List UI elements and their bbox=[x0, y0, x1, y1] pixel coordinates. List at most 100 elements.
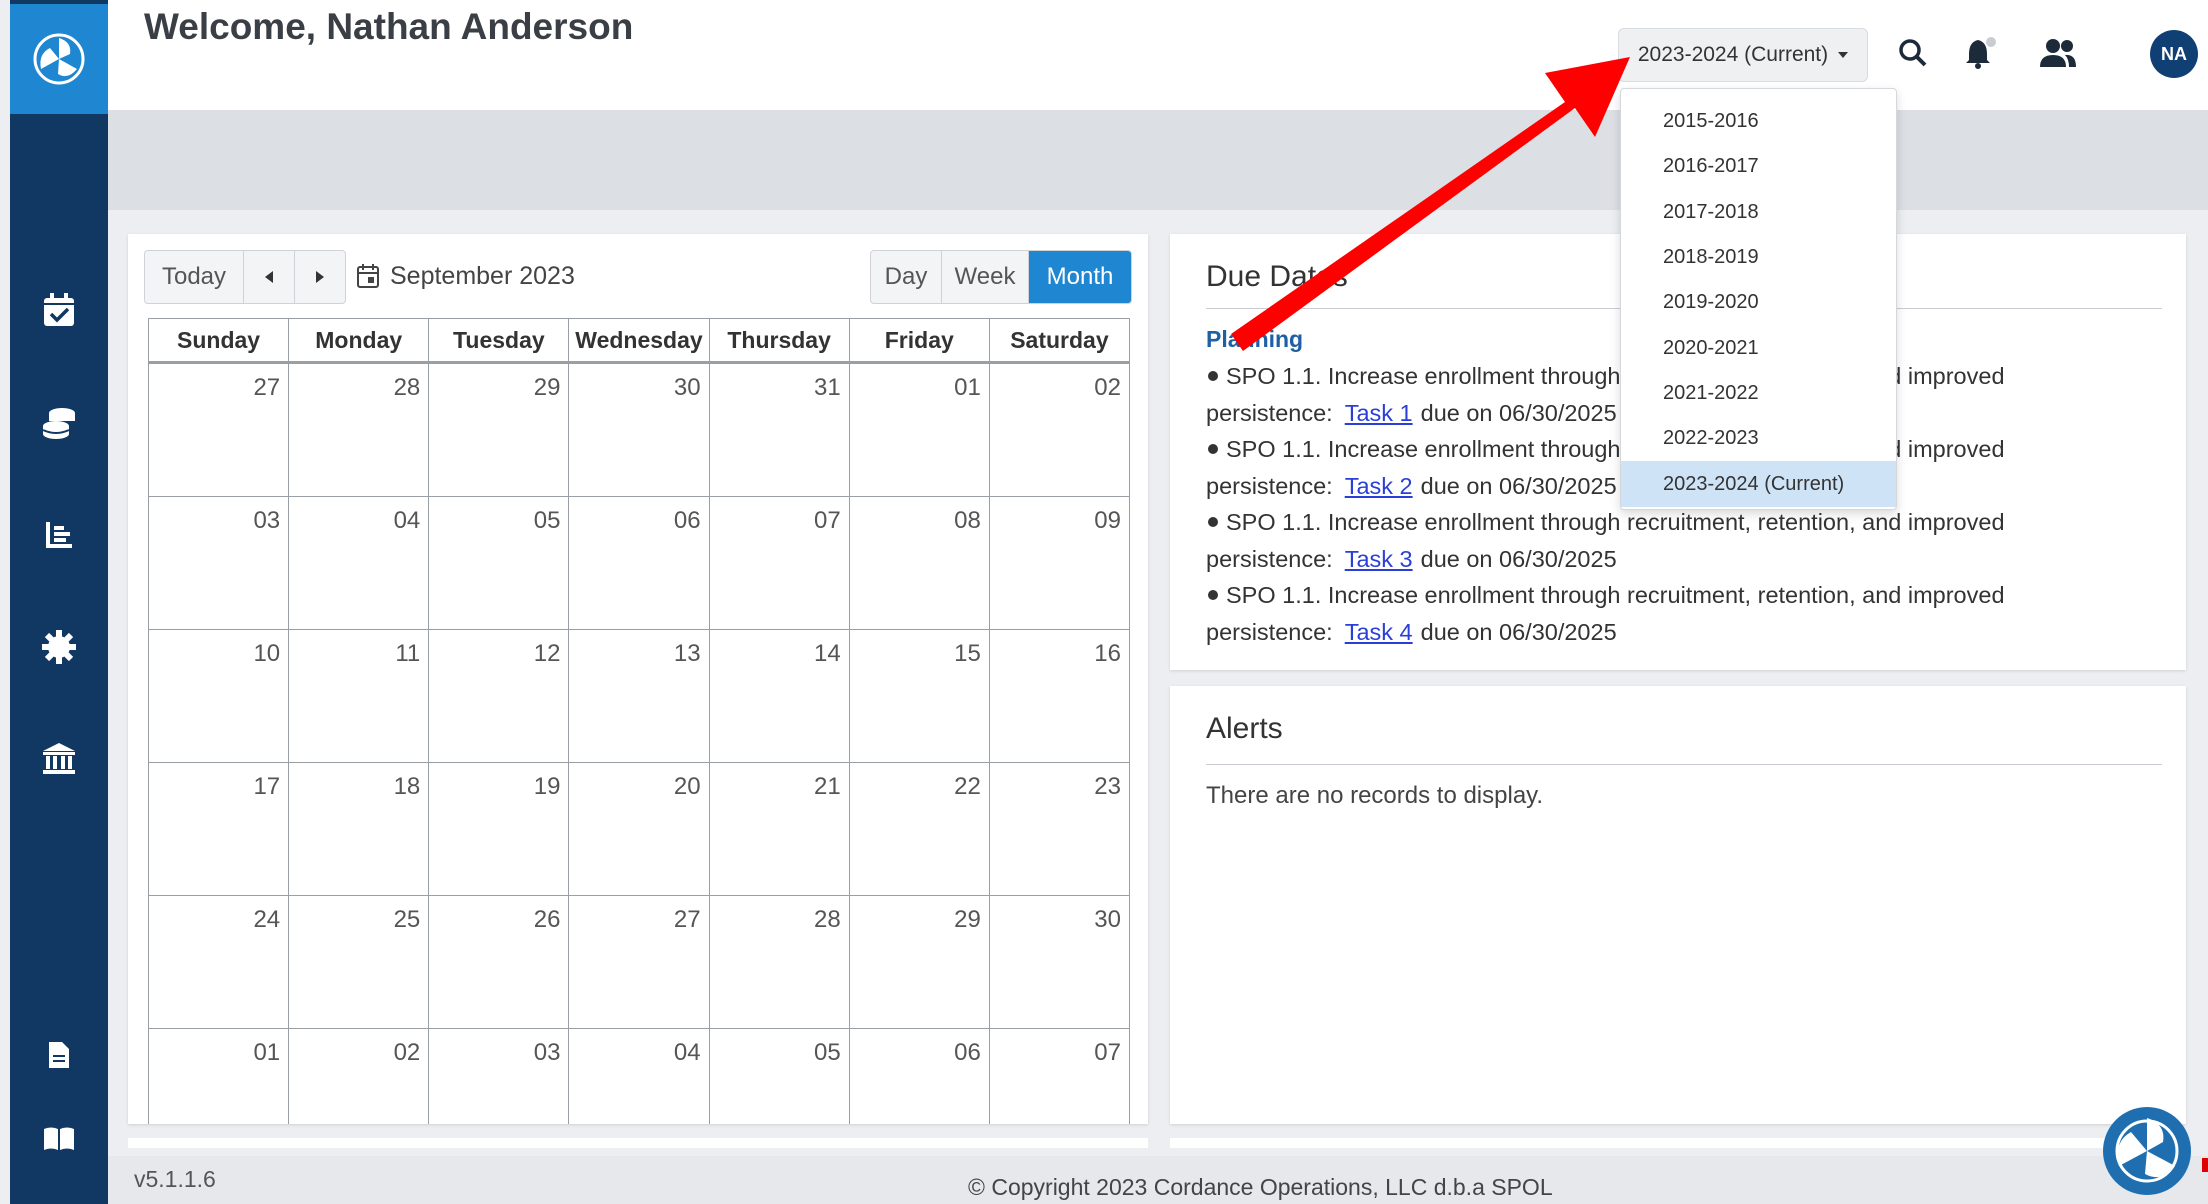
day-cell[interactable]: 09 bbox=[988, 496, 1131, 630]
task-due-date: due on 06/30/2025 bbox=[1420, 618, 1617, 645]
day-cell[interactable]: 29 bbox=[848, 895, 990, 1029]
card-edge bbox=[128, 1138, 1148, 1148]
day-cell[interactable]: 04 bbox=[568, 1028, 710, 1124]
day-cell[interactable]: 17 bbox=[147, 762, 290, 896]
day-cell[interactable]: 28 bbox=[288, 362, 430, 497]
day-cell[interactable]: 30 bbox=[568, 362, 710, 497]
weekday-header: Friday bbox=[848, 318, 990, 364]
day-cell[interactable]: 04 bbox=[288, 496, 430, 630]
year-option[interactable]: 2022-2023 bbox=[1621, 416, 1896, 461]
week-row: 24 25 26 27 28 29 30 bbox=[147, 895, 1131, 1029]
day-cell[interactable]: 18 bbox=[288, 762, 430, 896]
day-cell[interactable]: 06 bbox=[568, 496, 710, 630]
day-cell[interactable]: 02 bbox=[988, 362, 1131, 497]
week-row: 17 18 19 20 21 22 23 bbox=[147, 762, 1131, 896]
year-option[interactable]: 2019-2020 bbox=[1621, 280, 1896, 325]
day-cell[interactable]: 06 bbox=[848, 1028, 990, 1124]
year-option[interactable]: 2018-2019 bbox=[1621, 235, 1896, 280]
card-edge bbox=[1170, 1138, 2186, 1148]
institution-icon[interactable] bbox=[10, 734, 108, 784]
task-due-date: due on 06/30/2025 bbox=[1420, 545, 1617, 572]
book-icon[interactable] bbox=[10, 1114, 108, 1164]
day-cell[interactable]: 30 bbox=[988, 895, 1131, 1029]
bullet-icon bbox=[1208, 590, 1218, 600]
chart-list-icon[interactable] bbox=[10, 510, 108, 560]
day-cell[interactable]: 24 bbox=[147, 895, 290, 1029]
caret-left-icon bbox=[265, 271, 273, 283]
user-avatar[interactable]: NA bbox=[2150, 30, 2198, 78]
week-row: 10 11 12 13 14 15 16 bbox=[147, 629, 1131, 763]
help-logo-button[interactable] bbox=[2100, 1104, 2194, 1198]
day-cell[interactable]: 01 bbox=[147, 1028, 290, 1124]
planning-section-label: Planning bbox=[1206, 326, 1304, 352]
year-option[interactable]: 2020-2021 bbox=[1621, 325, 1896, 370]
day-cell[interactable]: 15 bbox=[848, 629, 990, 763]
day-cell[interactable]: 12 bbox=[428, 629, 570, 763]
task-link[interactable]: Task 3 bbox=[1345, 546, 1413, 572]
bell-icon[interactable] bbox=[1964, 30, 1998, 76]
day-cell[interactable]: 05 bbox=[708, 1028, 850, 1124]
copyright-text: © Copyright 2023 Cordance Operations, LL… bbox=[968, 1174, 1553, 1200]
search-icon[interactable] bbox=[1898, 30, 1928, 76]
day-cell[interactable]: 31 bbox=[708, 362, 850, 497]
task-link[interactable]: Task 1 bbox=[1345, 400, 1413, 426]
day-cell[interactable]: 10 bbox=[147, 629, 290, 763]
year-option[interactable]: 2017-2018 bbox=[1621, 190, 1896, 235]
gear-icon[interactable] bbox=[10, 622, 108, 672]
day-cell[interactable]: 26 bbox=[428, 895, 570, 1029]
document-icon[interactable] bbox=[10, 1030, 108, 1080]
day-cell[interactable]: 03 bbox=[428, 1028, 570, 1124]
week-row: 03 04 05 06 07 08 09 bbox=[147, 496, 1131, 630]
coins-icon[interactable] bbox=[10, 398, 108, 448]
day-cell[interactable]: 27 bbox=[147, 362, 290, 497]
year-option[interactable]: 2015-2016 bbox=[1621, 99, 1896, 144]
day-cell[interactable]: 05 bbox=[428, 496, 570, 630]
weekday-header: Wednesday bbox=[568, 318, 710, 364]
weekday-header: Tuesday bbox=[428, 318, 570, 364]
day-cell[interactable]: 11 bbox=[288, 629, 430, 763]
day-cell[interactable]: 28 bbox=[708, 895, 850, 1029]
day-cell[interactable]: 23 bbox=[988, 762, 1131, 896]
year-option[interactable]: 2023-2024 (Current) bbox=[1621, 461, 1896, 507]
prev-month-button[interactable] bbox=[244, 251, 295, 303]
task-link[interactable]: Task 4 bbox=[1345, 619, 1413, 645]
task-due-date: due on 06/30/2025 bbox=[1420, 399, 1617, 426]
weekday-header: Monday bbox=[288, 318, 430, 364]
calendar-check-icon[interactable] bbox=[10, 285, 108, 335]
day-cell[interactable]: 27 bbox=[568, 895, 710, 1029]
bullet-icon bbox=[1208, 371, 1218, 381]
calendar-nav-group: Today bbox=[144, 250, 346, 304]
day-cell[interactable]: 02 bbox=[288, 1028, 430, 1124]
day-cell[interactable]: 07 bbox=[988, 1028, 1131, 1124]
day-cell[interactable]: 13 bbox=[568, 629, 710, 763]
day-cell[interactable]: 22 bbox=[848, 762, 990, 896]
app-logo[interactable] bbox=[10, 4, 108, 114]
day-cell[interactable]: 07 bbox=[708, 496, 850, 630]
users-icon[interactable] bbox=[2038, 30, 2078, 76]
day-cell[interactable]: 14 bbox=[708, 629, 850, 763]
task-link[interactable]: Task 2 bbox=[1345, 473, 1413, 499]
day-cell[interactable]: 19 bbox=[428, 762, 570, 896]
day-cell[interactable]: 20 bbox=[568, 762, 710, 896]
page-title: Welcome, Nathan Anderson bbox=[144, 6, 634, 47]
day-cell[interactable]: 21 bbox=[708, 762, 850, 896]
year-option[interactable]: 2021-2022 bbox=[1621, 371, 1896, 416]
day-cell[interactable]: 16 bbox=[988, 629, 1131, 763]
day-cell[interactable]: 08 bbox=[848, 496, 990, 630]
weekday-header-row: Sunday Monday Tuesday Wednesday Thursday Frid… bbox=[147, 318, 1131, 364]
next-month-button[interactable] bbox=[295, 251, 345, 303]
due-task-item: SPO 1.1. Increase enrollment through rec… bbox=[1206, 504, 2166, 577]
year-option[interactable]: 2016-2017 bbox=[1621, 144, 1896, 189]
day-cell[interactable]: 03 bbox=[147, 496, 290, 630]
year-dropdown-menu: 2015-2016 2016-2017 2017-2018 2018-2019 2019… bbox=[1620, 88, 1897, 510]
view-month-button[interactable]: Month bbox=[1029, 251, 1131, 303]
year-selector-button[interactable]: 2023-2024 (Current) bbox=[1618, 28, 1868, 82]
due-dates-title: Due Dates bbox=[1206, 260, 1348, 293]
weekday-header: Thursday bbox=[708, 318, 850, 364]
day-cell[interactable]: 29 bbox=[428, 362, 570, 497]
view-day-button[interactable]: Day bbox=[871, 251, 942, 303]
day-cell[interactable]: 25 bbox=[288, 895, 430, 1029]
day-cell[interactable]: 01 bbox=[848, 362, 990, 497]
today-button[interactable]: Today bbox=[145, 251, 244, 303]
view-week-button[interactable]: Week bbox=[942, 251, 1029, 303]
